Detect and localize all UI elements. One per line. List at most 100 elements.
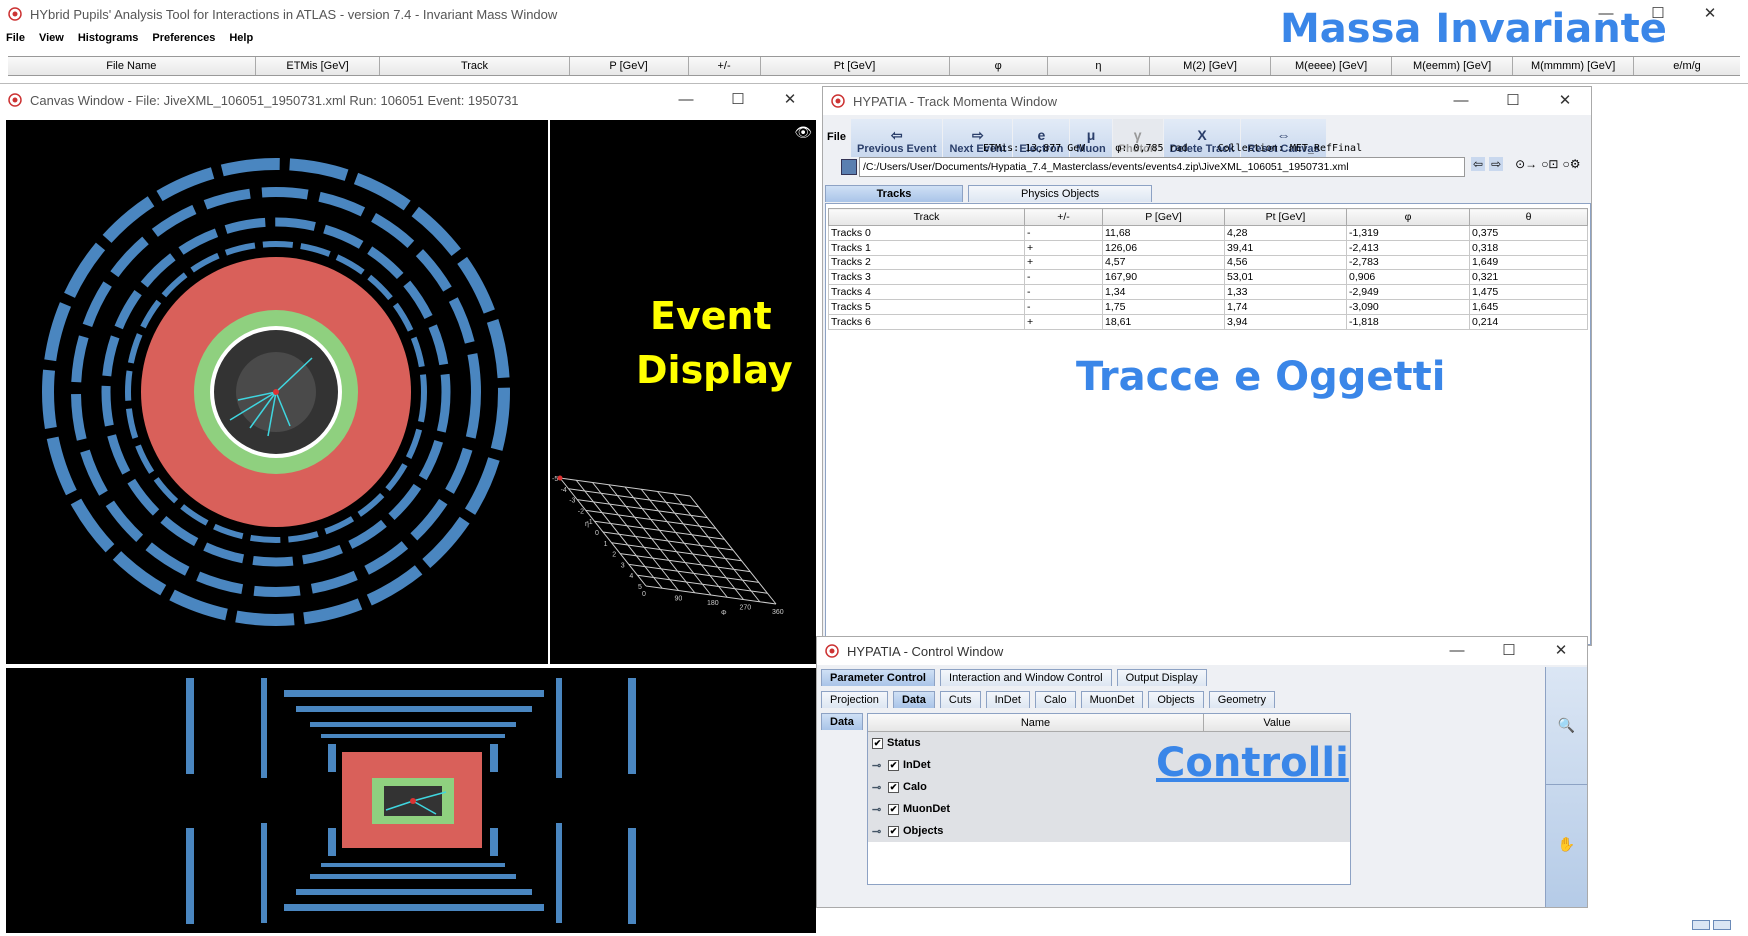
- th-charge[interactable]: +/-: [1024, 208, 1103, 226]
- table-cell: 1,645: [1469, 298, 1588, 315]
- checkbox-icon[interactable]: ✔: [888, 803, 899, 815]
- table-cell: 1,75: [1102, 298, 1225, 315]
- expand-icon[interactable]: ⊸: [872, 803, 888, 816]
- table-cell: Tracks 0: [828, 225, 1025, 241]
- lego-grid-line: [585, 509, 716, 529]
- lego-view[interactable]: 👁 Event Display -5 -4 -3 -2 -1 0 1 2 3 4 5 0 90 180 27…: [550, 120, 816, 664]
- close-icon[interactable]: ✕: [1684, 0, 1736, 28]
- col-pt[interactable]: Pt [GeV]: [761, 57, 950, 75]
- tab-cuts[interactable]: Cuts: [939, 691, 981, 708]
- menu-preferences[interactable]: Preferences: [152, 32, 215, 44]
- menu-file[interactable]: File: [6, 32, 25, 44]
- table-row[interactable]: Tracks 4-1,34 1,33 -2,949 1,475: [828, 284, 1588, 300]
- lego-phi-tick: 270: [740, 605, 752, 612]
- th-theta[interactable]: θ: [1469, 208, 1588, 226]
- atlas-logo-icon: [8, 7, 22, 21]
- tab-geometry[interactable]: Geometry: [1208, 691, 1275, 708]
- tray-icon-b[interactable]: [1713, 920, 1732, 930]
- th-p[interactable]: P [GeV]: [1102, 208, 1225, 226]
- menu-view[interactable]: View: [39, 32, 64, 44]
- table-row[interactable]: Tracks 2 +4,57 4,56 -2,783 1,649: [828, 254, 1588, 271]
- option-a-icon[interactable]: ⊙→: [1515, 157, 1537, 171]
- side-tab-data[interactable]: Data: [821, 713, 863, 730]
- tab-physics-objects[interactable]: Physics Objects: [968, 185, 1153, 202]
- checkbox-icon[interactable]: ✔: [888, 781, 899, 793]
- menu-help[interactable]: Help: [229, 32, 253, 44]
- option-b-icon[interactable]: ○⊡: [1541, 157, 1558, 171]
- tab-interaction-window-control[interactable]: Interaction and Window Control: [940, 669, 1112, 686]
- save-icon[interactable]: [841, 159, 857, 175]
- file-path-field[interactable]: /C:/Users/User/Documents/Hypatia_7.4_Mas…: [859, 157, 1465, 177]
- table-cell: -3,090: [1346, 298, 1470, 315]
- zoom-icon[interactable]: 🔍: [1546, 667, 1587, 785]
- tracks-table-container: Track +/- P [GeV] Pt [GeV] φ θ Tracks 0-…: [825, 203, 1591, 645]
- close-icon[interactable]: ✕: [1535, 637, 1587, 665]
- close-icon[interactable]: ✕: [1539, 87, 1591, 115]
- th-phi[interactable]: φ: [1346, 208, 1470, 226]
- col-eta[interactable]: η: [1048, 57, 1151, 75]
- maximize-icon[interactable]: ☐: [1483, 637, 1535, 665]
- table-cell: -2,783: [1346, 254, 1470, 271]
- col-emg[interactable]: e/m/g: [1634, 57, 1740, 75]
- tab-parameter-control[interactable]: Parameter Control: [821, 669, 935, 686]
- col-file-name[interactable]: File Name: [8, 57, 256, 75]
- col-charge[interactable]: +/-: [689, 57, 761, 75]
- table-row[interactable]: Tracks 0-11,68 4,28 -1,319 0,375: [828, 225, 1588, 241]
- col-mmmmm[interactable]: M(mmmm) [GeV]: [1513, 57, 1635, 75]
- table-cell: 4,28: [1224, 225, 1347, 241]
- tab-calo[interactable]: Calo: [1034, 691, 1076, 708]
- checkbox-icon[interactable]: ✔: [888, 825, 899, 837]
- expand-icon[interactable]: ⊸: [872, 781, 888, 794]
- prev-file-icon[interactable]: ⇦: [1471, 157, 1486, 171]
- th-track[interactable]: Track: [828, 208, 1025, 226]
- minimize-icon[interactable]: —: [660, 86, 712, 114]
- label-massa-invariante: Massa Invariante: [1280, 6, 1667, 52]
- expand-icon[interactable]: ⊸: [872, 759, 888, 772]
- hand-icon[interactable]: ✋: [1546, 785, 1587, 903]
- col-etmis[interactable]: ETMis [GeV]: [256, 57, 381, 75]
- tab-indet[interactable]: InDet: [985, 691, 1030, 708]
- col-name[interactable]: Name: [868, 714, 1204, 731]
- tray-icon-a[interactable]: [1692, 920, 1710, 930]
- tree-muondet[interactable]: ⊸ ✔ MuonDet: [872, 798, 1350, 820]
- reset-icon: ⇔: [1276, 127, 1291, 143]
- col-p[interactable]: P [GeV]: [570, 57, 689, 75]
- menu-histograms[interactable]: Histograms: [78, 32, 139, 44]
- tab-projection[interactable]: Projection: [821, 691, 888, 708]
- previous-event-button[interactable]: ⇦ Previous Event: [851, 119, 943, 157]
- lego-eta-tick: 5: [638, 584, 642, 591]
- tab-tracks[interactable]: Tracks: [825, 185, 963, 202]
- next-file-icon[interactable]: ⇨: [1489, 157, 1504, 171]
- col-phi[interactable]: φ: [950, 57, 1048, 75]
- table-row[interactable]: Tracks 1 +126,06 39,41 -2,413 0,318: [828, 239, 1588, 256]
- maximize-icon[interactable]: ☐: [1487, 87, 1539, 115]
- col-m2[interactable]: M(2) [GeV]: [1150, 57, 1272, 75]
- th-pt[interactable]: Pt [GeV]: [1224, 208, 1347, 226]
- col-track[interactable]: Track: [380, 57, 570, 75]
- minimize-icon[interactable]: —: [1435, 87, 1487, 115]
- tab-objects[interactable]: Objects: [1148, 691, 1204, 708]
- xy-view[interactable]: [6, 120, 548, 664]
- tree-objects[interactable]: ⊸ ✔ Objects: [872, 820, 1350, 842]
- lego-grid-line: [577, 499, 708, 519]
- tracks-file-menu[interactable]: File: [827, 131, 846, 143]
- maximize-icon[interactable]: ☐: [712, 86, 764, 114]
- col-meemm[interactable]: M(eemm) [GeV]: [1392, 57, 1514, 75]
- table-row[interactable]: Tracks 6 +18,61 3,94 -1,818 0,214: [828, 313, 1588, 330]
- rz-view[interactable]: [6, 668, 816, 933]
- table-row[interactable]: Tracks 5-1,75 1,74 -3,090 1,645: [828, 298, 1588, 315]
- close-icon[interactable]: ✕: [764, 86, 816, 114]
- col-value[interactable]: Value: [1204, 714, 1350, 731]
- minimize-icon[interactable]: —: [1431, 637, 1483, 665]
- tab-muondet[interactable]: MuonDet: [1080, 691, 1144, 708]
- checkbox-icon[interactable]: ✔: [888, 759, 899, 771]
- expand-icon[interactable]: ⊸: [872, 825, 888, 838]
- table-cell: -: [1024, 284, 1103, 300]
- canvas-window: Canvas Window - File: JiveXML_106051_195…: [0, 86, 820, 933]
- option-c-icon[interactable]: ○⚙: [1563, 157, 1581, 171]
- tab-output-display[interactable]: Output Display: [1116, 669, 1207, 686]
- tab-data[interactable]: Data: [892, 691, 935, 708]
- checkbox-icon[interactable]: ✔: [872, 737, 883, 749]
- col-meeee[interactable]: M(eeee) [GeV]: [1271, 57, 1393, 75]
- table-row[interactable]: Tracks 3-167,90 53,01 0,906 0,321: [828, 269, 1588, 286]
